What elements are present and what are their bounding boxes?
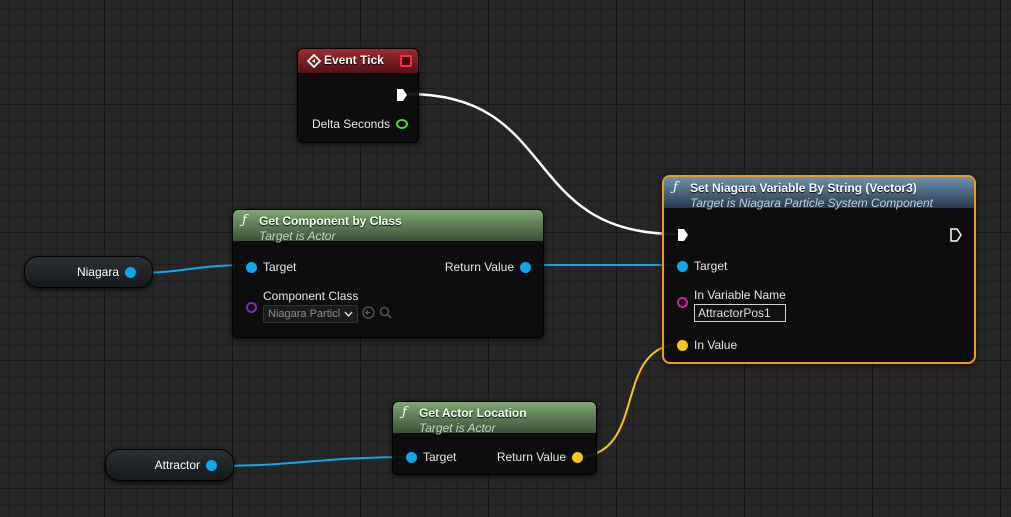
- attractor-to-target-wire: [211, 456, 411, 467]
- in-value-pin[interactable]: [677, 339, 688, 351]
- node-subtitle: Target is Niagara Particle System Compon…: [690, 196, 933, 210]
- event-diamond-icon: [306, 53, 322, 71]
- event-tick-header: Event Tick: [298, 49, 418, 73]
- attractor-variable-node[interactable]: Attractor: [105, 449, 234, 481]
- pin-label: Delta Seconds: [311, 117, 390, 131]
- node-subtitle: Target is Actor: [419, 421, 496, 435]
- pin-label: In Value: [694, 338, 738, 352]
- pin-label: Return Value: [444, 260, 514, 274]
- magnifier-icon[interactable]: [379, 306, 392, 322]
- node-title: Event Tick: [324, 53, 384, 67]
- niagara-output-pin[interactable]: [125, 266, 136, 278]
- get-component-by-class-node[interactable]: ƒ Get Component by Class Target is Actor…: [232, 209, 544, 338]
- variable-name-input[interactable]: AttractorPos1: [694, 304, 786, 322]
- pin-label: Component Class: [263, 289, 359, 303]
- variable-label: Attractor: [154, 458, 200, 472]
- node-title: Get Component by Class: [259, 214, 402, 228]
- component-class-row: Component Class Niagara Particl: [246, 289, 392, 323]
- target-pin[interactable]: [677, 260, 688, 272]
- set-niagara-variable-node[interactable]: ƒ Set Niagara Variable By String (Vector…: [662, 175, 976, 364]
- function-f-icon: ƒ: [673, 180, 678, 195]
- pin-label: In Variable Name: [694, 288, 786, 302]
- get-actor-location-node[interactable]: ƒ Get Actor Location Target is Actor Tar…: [392, 401, 597, 475]
- delta-seconds-row: Delta Seconds: [312, 117, 408, 131]
- chevron-down-icon: [344, 308, 353, 320]
- pin-label: Target: [423, 450, 457, 464]
- node-subtitle: Target is Actor: [259, 229, 336, 243]
- exec-out-pin[interactable]: [950, 228, 962, 242]
- niagara-variable-node[interactable]: Niagara: [24, 256, 153, 288]
- return-value-pin[interactable]: [520, 261, 531, 273]
- target-row: Target: [406, 450, 456, 464]
- node-header: ƒ Set Niagara Variable By String (Vector…: [664, 177, 974, 210]
- return-value-row: Return Value: [497, 450, 583, 464]
- exec-out-pin[interactable]: [396, 88, 408, 102]
- attractor-output-pin[interactable]: [206, 459, 217, 471]
- node-header: ƒ Get Actor Location Target is Actor: [393, 402, 596, 435]
- target-row: Target: [246, 260, 296, 274]
- in-variable-name-row: In Variable Name AttractorPos1: [677, 288, 786, 322]
- pin-label: Return Value: [496, 450, 566, 464]
- node-title: Set Niagara Variable By String (Vector3): [690, 181, 917, 195]
- function-f-icon: ƒ: [242, 213, 247, 228]
- dropdown-value: Niagara Particl: [268, 308, 341, 320]
- component-class-dropdown[interactable]: Niagara Particl: [263, 305, 359, 323]
- target-pin[interactable]: [246, 261, 257, 273]
- return-value-row: Return Value: [445, 260, 531, 274]
- variable-label: Niagara: [76, 265, 119, 279]
- return-value-pin[interactable]: [572, 451, 583, 463]
- delta-seconds-pin[interactable]: [396, 119, 408, 129]
- in-value-row: In Value: [677, 338, 737, 352]
- node-title: Get Actor Location: [419, 406, 527, 420]
- function-f-icon: ƒ: [402, 405, 407, 420]
- arrow-left-circle-icon[interactable]: [362, 306, 375, 322]
- delegate-square-icon[interactable]: [400, 55, 412, 67]
- in-variable-name-pin[interactable]: [677, 297, 688, 308]
- target-pin[interactable]: [406, 451, 417, 463]
- pin-label: Target: [694, 259, 728, 273]
- event-tick-node[interactable]: Event Tick Delta Seconds: [297, 48, 419, 143]
- target-row: Target: [677, 259, 727, 273]
- pin-label: Target: [263, 260, 297, 274]
- node-header: ƒ Get Component by Class Target is Actor: [233, 210, 543, 243]
- exec-in-pin[interactable]: [677, 228, 689, 242]
- component-class-pin[interactable]: [246, 302, 257, 313]
